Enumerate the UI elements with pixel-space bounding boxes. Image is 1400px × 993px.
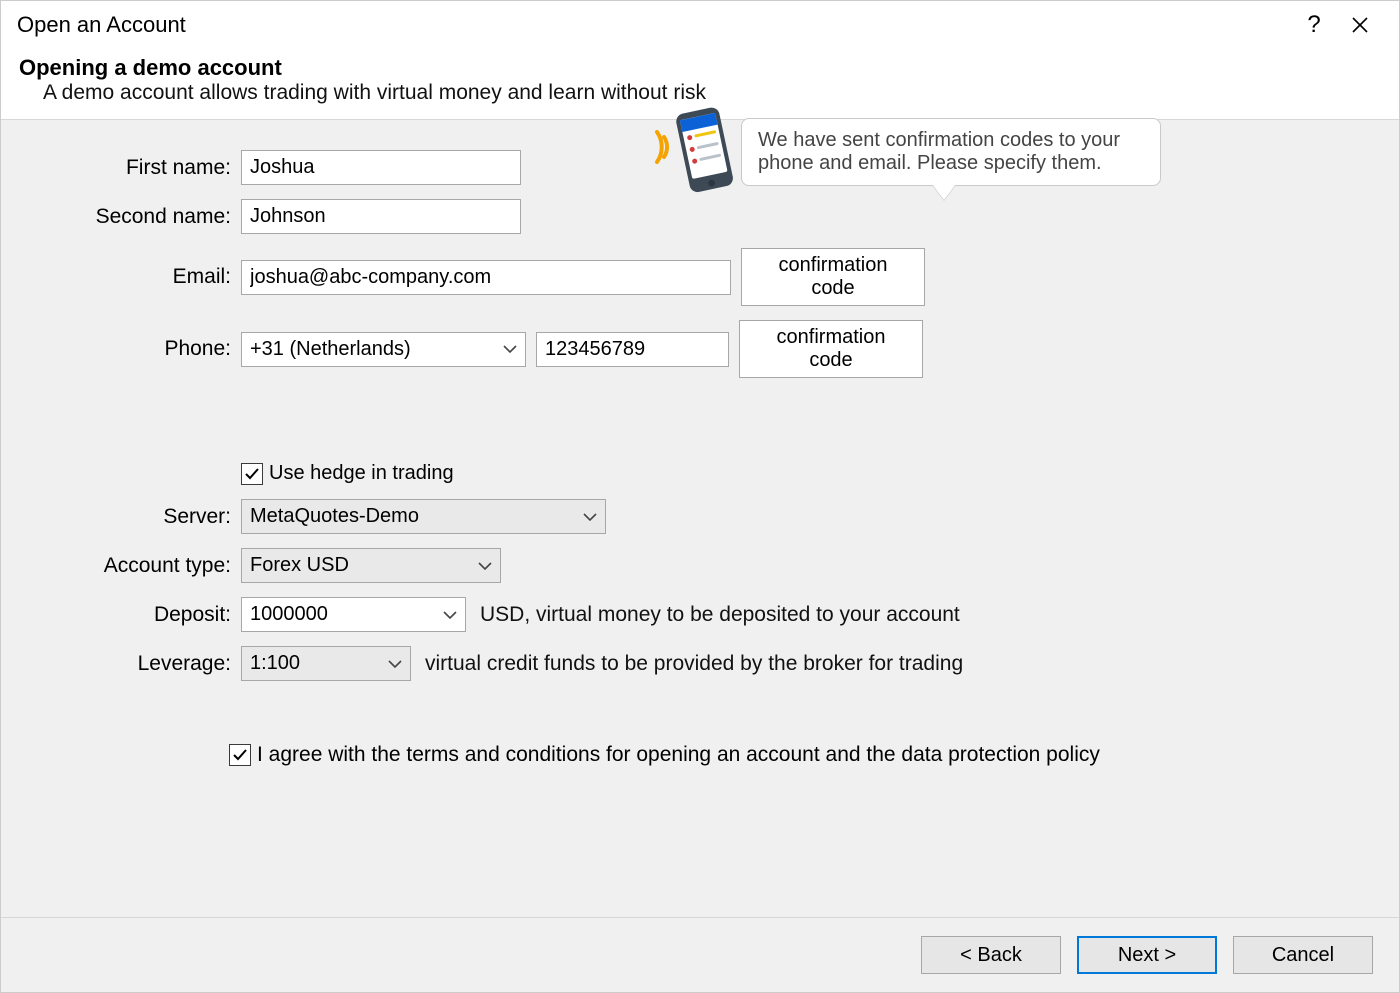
- account-type-select[interactable]: Forex USD: [241, 548, 501, 583]
- close-button[interactable]: [1337, 9, 1383, 41]
- titlebar: Open an Account ?: [1, 1, 1399, 45]
- close-icon: [1351, 16, 1369, 34]
- help-button[interactable]: ?: [1291, 9, 1337, 41]
- phone-prefix-select[interactable]: +31 (Netherlands): [241, 332, 526, 367]
- checkmark-icon: [232, 747, 248, 763]
- email-confirmation-code-button[interactable]: confirmation code: [741, 248, 925, 306]
- chevron-down-icon: [583, 512, 597, 522]
- open-account-dialog: Open an Account ? Opening a demo account…: [0, 0, 1400, 993]
- deposit-label: Deposit:: [21, 603, 241, 627]
- phone-prefix-value: +31 (Netherlands): [250, 338, 411, 361]
- second-name-label: Second name:: [21, 205, 241, 229]
- account-type-label: Account type:: [21, 554, 241, 578]
- email-label: Email:: [21, 265, 241, 289]
- window-title: Open an Account: [17, 12, 1291, 38]
- chevron-down-icon: [443, 610, 457, 620]
- second-name-input[interactable]: [241, 199, 521, 234]
- use-hedge-checkbox[interactable]: [241, 463, 263, 485]
- phone-label: Phone:: [21, 337, 241, 361]
- leverage-description: virtual credit funds to be provided by t…: [425, 652, 963, 676]
- cancel-button[interactable]: Cancel: [1233, 936, 1373, 974]
- back-button[interactable]: < Back: [921, 936, 1061, 974]
- terms-label: I agree with the terms and conditions fo…: [257, 743, 1100, 767]
- chevron-down-icon: [503, 344, 517, 354]
- server-label: Server:: [21, 505, 241, 529]
- deposit-select[interactable]: 1000000: [241, 597, 466, 632]
- leverage-value: 1:100: [250, 652, 300, 675]
- leverage-select[interactable]: 1:100: [241, 646, 411, 681]
- server-select[interactable]: MetaQuotes-Demo: [241, 499, 606, 534]
- email-input[interactable]: [241, 260, 731, 295]
- checkmark-icon: [244, 466, 260, 482]
- section-heading: Opening a demo account: [19, 55, 1381, 81]
- account-type-value: Forex USD: [250, 554, 349, 577]
- first-name-label: First name:: [21, 156, 241, 180]
- phone-number-input[interactable]: [536, 332, 729, 367]
- deposit-value: 1000000: [250, 603, 328, 626]
- next-button[interactable]: Next >: [1077, 936, 1217, 974]
- chevron-down-icon: [478, 561, 492, 571]
- use-hedge-label: Use hedge in trading: [269, 462, 454, 485]
- footer: < Back Next > Cancel: [1, 917, 1399, 992]
- leverage-label: Leverage:: [21, 652, 241, 676]
- form-body: We have sent confirmation codes to your …: [1, 120, 1399, 917]
- terms-checkbox[interactable]: [229, 744, 251, 766]
- first-name-input[interactable]: [241, 150, 521, 185]
- chevron-down-icon: [388, 659, 402, 669]
- phone-confirmation-code-button[interactable]: confirmation code: [739, 320, 923, 378]
- server-value: MetaQuotes-Demo: [250, 505, 419, 528]
- deposit-description: USD, virtual money to be deposited to yo…: [480, 603, 960, 627]
